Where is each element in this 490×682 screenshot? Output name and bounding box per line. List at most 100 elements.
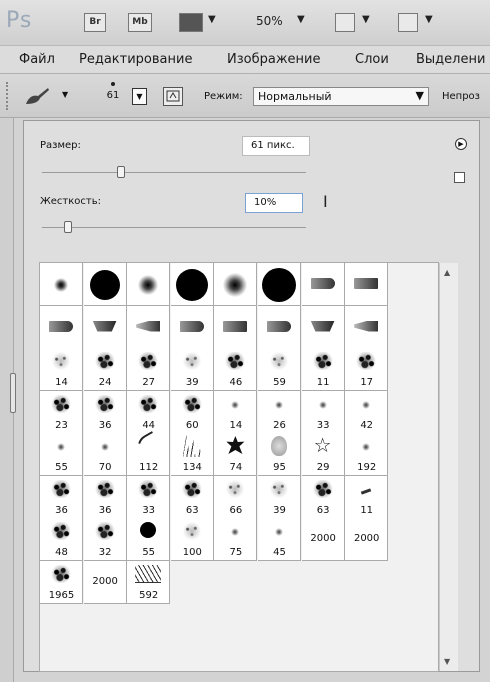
brush-preset-cell[interactable]: 100 [170, 518, 214, 561]
brush-preset-cell[interactable]: 36 [40, 475, 83, 519]
brush-preset-cell[interactable]: 26 [258, 390, 301, 434]
hardness-value-field[interactable]: 10% [245, 193, 303, 213]
brush-preset-cell[interactable]: 17 [345, 348, 389, 391]
brush-preset-cell[interactable]: 74 [214, 433, 258, 476]
size-slider-track[interactable] [42, 172, 306, 173]
panel-collapse-tab[interactable] [10, 373, 16, 413]
brush-picker-toggle-button[interactable]: ▼ [132, 88, 147, 105]
sampled-brush-icon [50, 522, 72, 540]
brush-preset-cell[interactable]: 23 [40, 390, 83, 434]
brush-size-label: 55 [55, 462, 68, 473]
brush-preset-cell[interactable]: 32 [83, 518, 127, 561]
brush-preset-cell[interactable]: 70 [83, 433, 127, 476]
options-bar-grip[interactable] [6, 82, 10, 110]
brush-preset-cell[interactable]: 24 [83, 348, 127, 391]
new-preset-icon[interactable] [454, 172, 465, 183]
brush-preset-cell[interactable]: 112 [127, 430, 171, 476]
brush-preset-cell[interactable]: 63 [301, 475, 345, 519]
brush-preset-cell[interactable]: ☆ 29 [301, 433, 345, 476]
size-value-field[interactable]: 61 пикс. [242, 136, 310, 156]
brush-size-label: 100 [182, 547, 202, 558]
brush-preset-cell[interactable]: 1965 [40, 560, 83, 604]
brush-preset-cell[interactable] [127, 305, 171, 349]
brush-preset-cell[interactable]: 11 [301, 348, 345, 391]
brush-preset-cell[interactable] [214, 263, 258, 306]
brush-panel-icon[interactable] [163, 87, 183, 106]
brush-preset-cell[interactable]: 33 [127, 475, 171, 519]
brush-preset-cell[interactable] [214, 305, 258, 349]
brush-preset-cell[interactable] [127, 263, 171, 306]
brush-size-preview[interactable]: 61 [98, 80, 128, 112]
mini-bridge-button[interactable]: Mb [128, 13, 152, 32]
brush-preset-cell[interactable] [170, 263, 214, 306]
menu-edit[interactable]: Редактирование [79, 52, 192, 67]
hardness-slider-track[interactable] [42, 227, 306, 228]
brush-preset-cell[interactable]: 55 [127, 518, 171, 561]
arrange-dropdown-icon[interactable]: ▼ [362, 14, 370, 25]
extras-icon[interactable] [179, 13, 203, 32]
brush-size-label: 24 [98, 377, 112, 388]
brush-preset-cell[interactable]: 95 [258, 433, 301, 476]
brush-preset-cell[interactable] [345, 263, 389, 306]
bridge-button[interactable]: Br [84, 13, 106, 32]
tool-preset-dropdown-icon[interactable]: ▼ [62, 90, 68, 99]
brush-preset-cell[interactable]: 11 [345, 475, 389, 519]
brush-preset-cell[interactable] [83, 263, 127, 306]
brush-preset-cell[interactable] [170, 305, 214, 349]
brush-preset-cell[interactable]: 42 [345, 390, 389, 434]
brush-preset-cell[interactable]: 192 [345, 433, 389, 476]
brush-preset-cell[interactable] [40, 263, 83, 306]
brush-preset-cell[interactable] [258, 305, 301, 349]
brush-preset-cell[interactable]: 39 [170, 348, 214, 391]
brush-preset-cell[interactable]: 45 [258, 518, 301, 561]
brush-preset-cell[interactable]: 44 [127, 390, 171, 434]
brush-preset-cell[interactable]: 48 [40, 518, 83, 561]
menu-select[interactable]: Выделени [416, 52, 485, 67]
scroll-down-icon[interactable]: ▼ [444, 657, 450, 666]
zoom-dropdown-icon[interactable]: ▼ [297, 14, 305, 25]
size-slider-thumb[interactable] [117, 166, 126, 178]
brush-preset-cell[interactable]: 46 [214, 348, 258, 391]
brush-preset-cell[interactable]: 592 [127, 560, 171, 604]
brush-preset-cell[interactable] [258, 263, 301, 306]
hardness-slider-thumb[interactable] [64, 221, 73, 233]
menu-file[interactable]: Файл [19, 52, 55, 67]
brush-preset-cell[interactable] [345, 305, 389, 349]
brush-size-label: 39 [273, 504, 286, 516]
brush-preset-cell[interactable] [301, 263, 345, 306]
extras-dropdown-icon[interactable]: ▼ [208, 14, 216, 25]
brush-preset-cell[interactable]: 55 [40, 433, 83, 476]
brush-preset-cell[interactable]: 27 [127, 348, 171, 391]
brush-preset-cell[interactable]: 63 [170, 475, 214, 519]
brush-tool-icon[interactable] [24, 86, 50, 106]
zoom-level[interactable]: 50% [256, 14, 283, 28]
hard-round-brush-icon [140, 522, 157, 538]
brush-preset-cell[interactable] [40, 305, 83, 349]
brush-preset-cell[interactable]: 134 [170, 433, 214, 476]
brush-preset-cell[interactable]: 36 [83, 390, 127, 434]
brush-preset-cell[interactable] [83, 305, 127, 349]
scroll-up-icon[interactable]: ▲ [444, 268, 450, 277]
brush-preset-cell[interactable]: 2000 [301, 518, 345, 561]
screen-mode-dropdown-icon[interactable]: ▼ [425, 14, 433, 25]
brush-preset-cell[interactable]: 14 [40, 348, 83, 391]
sampled-brush-icon [268, 479, 290, 498]
brush-preset-cell[interactable]: 39 [258, 475, 301, 519]
menu-layers[interactable]: Слои [355, 52, 389, 67]
brush-preset-cell[interactable]: 60 [170, 390, 214, 434]
brush-preset-cell[interactable]: 36 [83, 475, 127, 519]
arrange-documents-icon[interactable] [335, 13, 355, 32]
picker-menu-icon[interactable]: ▶ [455, 138, 467, 150]
screen-mode-icon[interactable] [398, 13, 418, 32]
brush-preset-cell[interactable] [301, 305, 345, 349]
brush-preset-cell[interactable]: 14 [214, 390, 258, 434]
brush-preset-cell[interactable]: 2000 [345, 518, 389, 561]
brush-preset-cell[interactable]: 59 [258, 348, 301, 391]
brush-preset-cell[interactable]: 33 [301, 390, 345, 434]
grid-scrollbar[interactable]: ▲ ▼ [439, 263, 458, 671]
brush-preset-cell[interactable]: 2000 [83, 560, 127, 604]
menu-image[interactable]: Изображение [227, 52, 320, 67]
brush-preset-cell[interactable]: 66 [214, 475, 258, 519]
brush-preset-cell[interactable]: 75 [214, 518, 258, 561]
blend-mode-select[interactable]: Нормальный ▼ [253, 87, 429, 106]
